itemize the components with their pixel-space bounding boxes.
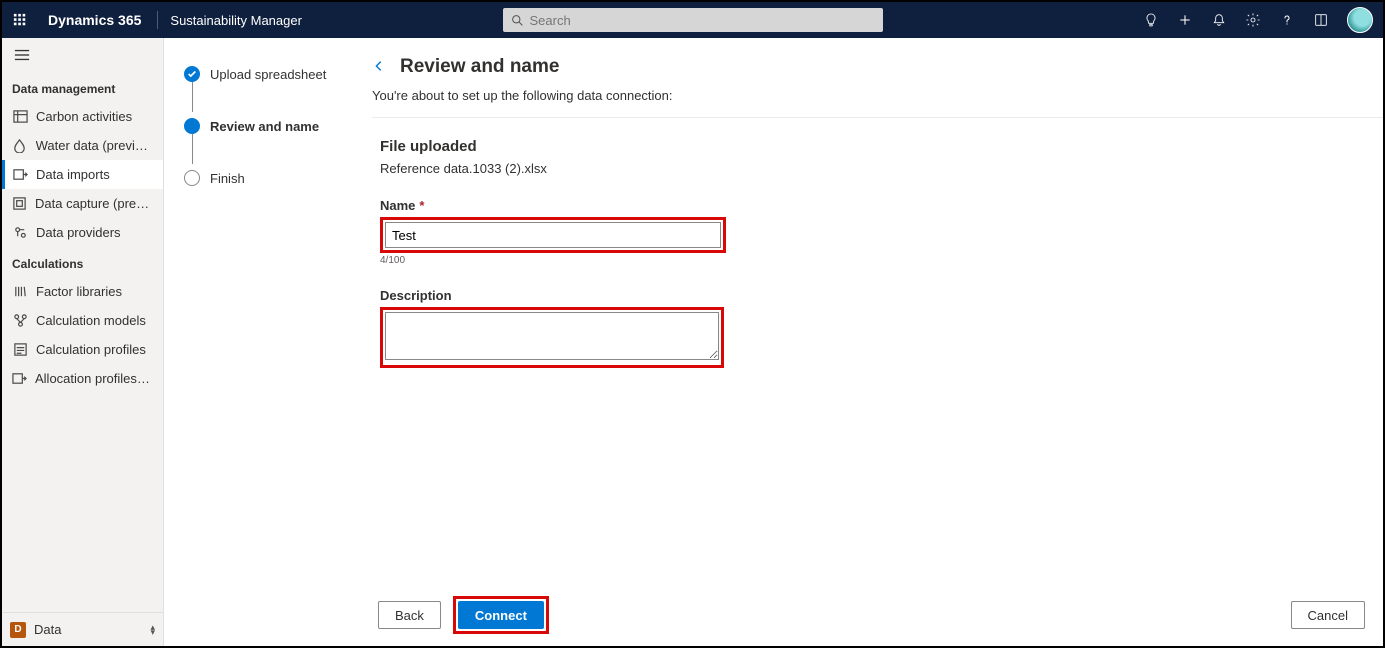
gear-icon[interactable] (1245, 12, 1261, 28)
capture-icon (12, 196, 27, 212)
cancel-button[interactable]: Cancel (1291, 601, 1365, 629)
nav-data-providers[interactable]: Data providers (2, 218, 163, 247)
description-field: Description (380, 288, 1383, 368)
step-pending-icon (184, 170, 200, 186)
book-icon[interactable] (1313, 12, 1329, 28)
name-field: Name * 4/100 (380, 198, 1383, 266)
nav-calculation-profiles[interactable]: Calculation profiles (2, 335, 163, 364)
app-launcher-icon[interactable] (2, 13, 38, 27)
library-icon (12, 284, 28, 300)
page-subtitle: You're about to set up the following dat… (372, 88, 1359, 103)
left-nav: Data management Carbon activities Water … (2, 38, 164, 646)
nav-data-capture[interactable]: Data capture (preview) (2, 189, 163, 218)
nav-label: Factor libraries (36, 284, 122, 299)
search-input[interactable] (530, 13, 875, 28)
allocation-icon (12, 371, 27, 387)
file-uploaded-heading: File uploaded (380, 138, 1383, 155)
nav-label: Calculation profiles (36, 342, 146, 357)
nav-section-data-management: Data management (2, 72, 163, 102)
profile-icon (12, 342, 28, 358)
highlight-box (380, 307, 724, 368)
nav-data-imports[interactable]: Data imports (2, 160, 163, 189)
nav-label: Allocation profiles (p... (35, 371, 153, 386)
step-done-icon (184, 66, 200, 82)
name-input[interactable] (385, 222, 721, 248)
nav-label: Water data (preview) (36, 138, 153, 153)
name-char-counter: 4/100 (380, 255, 1383, 266)
top-right-actions (1143, 7, 1383, 33)
step-label: Review and name (210, 119, 319, 134)
user-avatar[interactable] (1347, 7, 1373, 33)
nav-label: Data capture (preview) (35, 196, 153, 211)
divider (157, 11, 158, 29)
uploaded-file-name: Reference data.1033 (2).xlsx (380, 161, 1383, 176)
model-icon (12, 313, 28, 329)
main-content: Review and name You're about to set up t… (372, 38, 1383, 646)
nav-factor-libraries[interactable]: Factor libraries (2, 277, 163, 306)
table-icon (12, 109, 28, 125)
step-upload-spreadsheet[interactable]: Upload spreadsheet (184, 62, 360, 86)
area-picker[interactable]: D Data ▴▾ (2, 612, 163, 646)
page-title: Review and name (400, 56, 559, 78)
area-label: Data (34, 622, 142, 637)
add-icon[interactable] (1177, 12, 1193, 28)
name-label: Name (380, 198, 415, 213)
area-badge: D (10, 622, 26, 638)
module-label[interactable]: Sustainability Manager (164, 13, 308, 28)
required-asterisk: * (419, 198, 424, 213)
back-button[interactable]: Back (378, 601, 441, 629)
nav-calculation-models[interactable]: Calculation models (2, 306, 163, 335)
nav-carbon-activities[interactable]: Carbon activities (2, 102, 163, 131)
highlight-box (380, 217, 726, 253)
nav-label: Carbon activities (36, 109, 132, 124)
wizard-footer: Back Connect Cancel (372, 586, 1383, 646)
nav-section-calculations: Calculations (2, 247, 163, 277)
nav-water-data[interactable]: Water data (preview) (2, 131, 163, 160)
wizard-steps: Upload spreadsheet Review and name Finis… (164, 38, 372, 646)
help-icon[interactable] (1279, 12, 1295, 28)
provider-icon (12, 225, 28, 241)
step-label: Finish (210, 171, 245, 186)
bell-icon[interactable] (1211, 12, 1227, 28)
connect-button[interactable]: Connect (458, 601, 544, 629)
nav-label: Data providers (36, 225, 121, 240)
water-icon (12, 138, 28, 154)
nav-label: Calculation models (36, 313, 146, 328)
top-bar: Dynamics 365 Sustainability Manager (2, 2, 1383, 38)
nav-allocation-profiles[interactable]: Allocation profiles (p... (2, 364, 163, 393)
hamburger-icon[interactable] (2, 38, 163, 72)
search-box[interactable] (503, 8, 883, 32)
highlight-box: Connect (453, 596, 549, 634)
description-label: Description (380, 288, 452, 303)
step-current-icon (184, 118, 200, 134)
nav-label: Data imports (36, 167, 110, 182)
import-icon (12, 167, 28, 183)
search-icon (511, 14, 524, 27)
description-input[interactable] (385, 312, 719, 360)
brand-label[interactable]: Dynamics 365 (38, 12, 151, 28)
chevron-updown-icon: ▴▾ (150, 625, 155, 635)
step-finish[interactable]: Finish (184, 166, 360, 190)
step-review-and-name[interactable]: Review and name (184, 114, 360, 138)
lightbulb-icon[interactable] (1143, 12, 1159, 28)
step-label: Upload spreadsheet (210, 67, 326, 82)
back-chevron-icon[interactable] (372, 59, 386, 76)
